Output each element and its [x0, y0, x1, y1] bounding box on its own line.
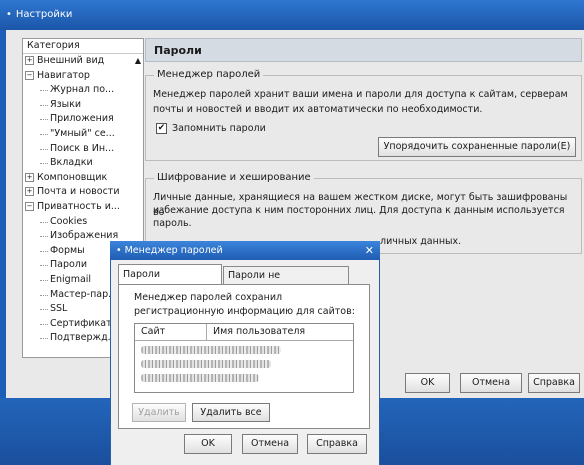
tree-item[interactable]: − Навигатор: [23, 69, 143, 84]
tree-item[interactable]: + Почта и новости: [23, 185, 143, 200]
tab-saved-passwords[interactable]: Пароли сохранены: [118, 264, 222, 300]
tree-item[interactable]: Поиск в Ин...: [23, 142, 143, 157]
tree-item-label: Журнал по...: [50, 84, 115, 96]
help-button[interactable]: Справка: [528, 373, 580, 393]
expand-icon[interactable]: +: [25, 172, 34, 182]
manager-text-line1: Менеджер паролей хранит ваши имена и пар…: [153, 89, 568, 100]
tree-item-label: Мастер-пар...: [50, 288, 118, 300]
group-legend: Шифрование и хеширование: [154, 172, 314, 183]
remember-passwords-checkbox[interactable]: ✔ Запомнить пароли: [156, 121, 266, 136]
tree-item[interactable]: Журнал по...: [23, 83, 143, 98]
dialog-title: Менеджер паролей: [124, 245, 223, 256]
tab-never-saved[interactable]: Пароли не сохранялись: [223, 266, 349, 299]
dialog-titlebar[interactable]: • Менеджер паролей ✕: [110, 241, 380, 260]
remove-all-button[interactable]: Удалить все: [192, 403, 270, 422]
tree-item-label: Enigmail: [50, 273, 92, 285]
tree-item[interactable]: Вкладки: [23, 156, 143, 171]
tree-header: Категория: [23, 39, 143, 54]
tree-connector: [40, 215, 48, 223]
tree-item-label: Сертификаты: [50, 317, 120, 329]
column-username[interactable]: Имя пользователя: [207, 324, 353, 340]
column-site[interactable]: Сайт: [135, 324, 207, 340]
tree-item-label: Навигатор: [37, 69, 90, 81]
saved-sites-table[interactable]: Сайт Имя пользователя: [134, 323, 354, 393]
dialog-cancel-button[interactable]: Отмена: [242, 434, 298, 454]
tree-connector: [40, 229, 48, 238]
tree-connector: [40, 302, 48, 311]
tree-item-label: Cookies: [50, 215, 88, 227]
ok-button[interactable]: OK: [405, 373, 450, 393]
encryption-text-line3: пароль.: [153, 218, 192, 229]
encryption-text-line2: избежание доступа к ним посторонних лиц.…: [153, 205, 565, 216]
tree-item[interactable]: Языки: [23, 98, 143, 113]
tree-item-label: Компоновщик: [37, 171, 108, 183]
tree-item[interactable]: "Умный" се...: [23, 127, 143, 142]
tree-item-label: Поиск в Ин...: [50, 142, 115, 154]
tree-item[interactable]: + Компоновщик: [23, 171, 143, 186]
table-row[interactable]: [141, 374, 259, 382]
tree-item[interactable]: + Внешний вид: [23, 54, 143, 69]
tree-connector: [40, 244, 48, 252]
tree-connector: [40, 331, 48, 340]
scroll-up-arrow-icon[interactable]: ▲: [135, 56, 141, 65]
tree-item-label: Почта и новости: [37, 186, 120, 198]
window-title: Настройки: [15, 9, 73, 20]
checkbox-check-icon[interactable]: ✔: [156, 123, 167, 134]
tree-connector: [40, 83, 48, 92]
tree-item-label: "Умный" се...: [50, 127, 115, 139]
tree-connector: [40, 112, 48, 121]
tree-item-label: Языки: [50, 98, 82, 110]
tree-item-label: Вкладки: [50, 157, 93, 169]
tree-item-label: SSL: [50, 303, 68, 315]
manage-saved-passwords-button[interactable]: Упорядочить сохраненные пароли(E): [378, 137, 576, 157]
collapse-icon[interactable]: −: [25, 70, 34, 80]
expand-icon[interactable]: +: [25, 56, 34, 65]
dialog-description-line2: регистрационную информацию для сайтов:: [134, 306, 355, 317]
dialog-icon: •: [116, 245, 122, 256]
tree-connector: [40, 273, 48, 281]
tree-connector: [40, 317, 48, 325]
tree-item-label: Приватность и...: [37, 200, 120, 212]
panel-title: Пароли: [145, 38, 582, 62]
tree-item[interactable]: Cookies: [23, 215, 143, 230]
table-header: Сайт Имя пользователя: [135, 324, 353, 341]
remove-button[interactable]: Удалить: [132, 403, 186, 422]
manager-text-line2: почты и новостей и вводит их автоматичес…: [153, 104, 483, 115]
tree-connector: [40, 142, 48, 150]
password-manager-group: Менеджер паролей Менеджер паролей хранит…: [145, 69, 582, 161]
encryption-text-line4: личных данных.: [380, 236, 462, 247]
dialog-help-button[interactable]: Справка: [307, 434, 367, 454]
settings-titlebar[interactable]: • Настройки: [0, 0, 584, 30]
dialog-ok-button[interactable]: OK: [184, 434, 232, 454]
dialog-description-line1: Менеджер паролей сохранил: [134, 292, 283, 303]
tree-item-label: Приложения: [50, 113, 114, 125]
tree-connector: [40, 127, 48, 135]
group-legend: Менеджер паролей: [154, 69, 264, 80]
tree-item-label: Формы: [50, 244, 85, 256]
tree-item-label: Подтвержд...: [50, 332, 117, 344]
remember-passwords-label: Запомнить пароли: [172, 123, 266, 134]
tree-item[interactable]: − Приватность и...: [23, 200, 143, 215]
tree-connector: [40, 98, 48, 106]
tree-item-label: Внешний вид: [37, 55, 105, 66]
tree-connector: [40, 156, 48, 165]
table-row[interactable]: [141, 360, 271, 368]
tree-connector: [40, 288, 48, 296]
table-row[interactable]: [141, 346, 281, 354]
tree-item-label: Изображения: [50, 230, 119, 242]
tree-item-label: Пароли: [50, 259, 88, 271]
window-icon: •: [6, 9, 12, 20]
close-icon[interactable]: ✕: [365, 241, 374, 260]
collapse-icon[interactable]: −: [25, 201, 34, 211]
tree-connector: [40, 258, 48, 267]
tree-item[interactable]: Приложения: [23, 112, 143, 127]
cancel-button[interactable]: Отмена: [460, 373, 522, 393]
expand-icon[interactable]: +: [25, 187, 34, 197]
